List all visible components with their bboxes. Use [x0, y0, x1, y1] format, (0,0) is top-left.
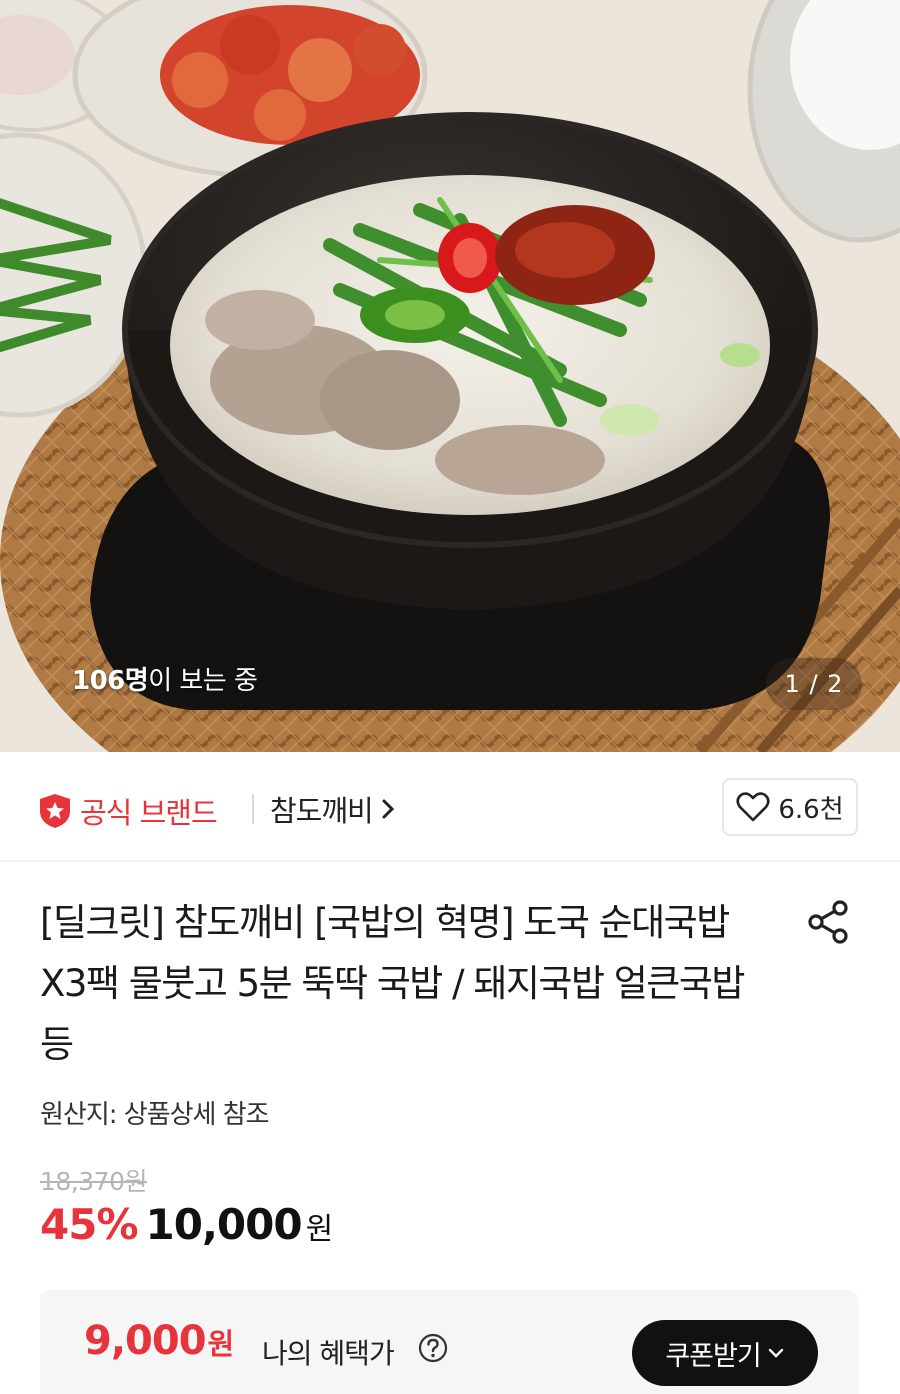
brand-row: 공식 브랜드 참도깨비 6.6천 [0, 752, 900, 862]
brand-name: 참도깨비 [270, 794, 374, 828]
like-button[interactable]: 6.6천 [722, 778, 858, 836]
origin-info: 원산지: 상품상세 참조 [40, 1100, 270, 1130]
sale-price-unit: 원 [305, 1212, 334, 1247]
benefit-price-box: 9,000 원 나의 혜택가 쿠폰받기 [40, 1290, 858, 1394]
product-title: [딜크릿] 참도깨비 [국밥의 혁명] 도국 순대국밥 X3팩 물붓고 5분 뚝… [40, 901, 745, 1066]
divider [252, 794, 254, 824]
brand-store-link[interactable]: 참도깨비 [270, 788, 395, 830]
like-count: 6.6천 [778, 794, 844, 825]
coupon-button-label: 쿠폰받기 [665, 1340, 761, 1372]
official-brand-label: 공식 브랜드 [80, 796, 218, 830]
sale-price: 10,000 [145, 1200, 303, 1249]
heart-icon [736, 792, 770, 822]
food-photo [0, 0, 900, 752]
get-coupon-button[interactable]: 쿠폰받기 [632, 1320, 818, 1386]
question-help-icon[interactable] [418, 1333, 448, 1363]
share-icon[interactable] [804, 898, 852, 946]
image-page-indicator: 1 / 2 [766, 658, 862, 710]
benefit-price-unit: 원 [207, 1327, 235, 1361]
chevron-right-icon [382, 799, 394, 819]
benefit-price-value: 9,000 [84, 1318, 207, 1364]
chevron-down-icon [768, 1348, 783, 1358]
price-row: 45% 10,000 원 [40, 1200, 333, 1249]
official-shield-icon [40, 794, 70, 828]
product-image-carousel[interactable]: 106명이 보는 중 1 / 2 [0, 0, 900, 752]
benefit-price-label: 나의 혜택가 [262, 1337, 395, 1370]
viewer-count-text: 106명이 보는 중 [72, 666, 258, 696]
original-price: 18,370원 [40, 1167, 147, 1196]
official-brand-badge[interactable]: 공식 브랜드 [38, 790, 218, 832]
benefit-price: 9,000 원 [84, 1318, 234, 1364]
discount-rate: 45% [40, 1200, 139, 1249]
